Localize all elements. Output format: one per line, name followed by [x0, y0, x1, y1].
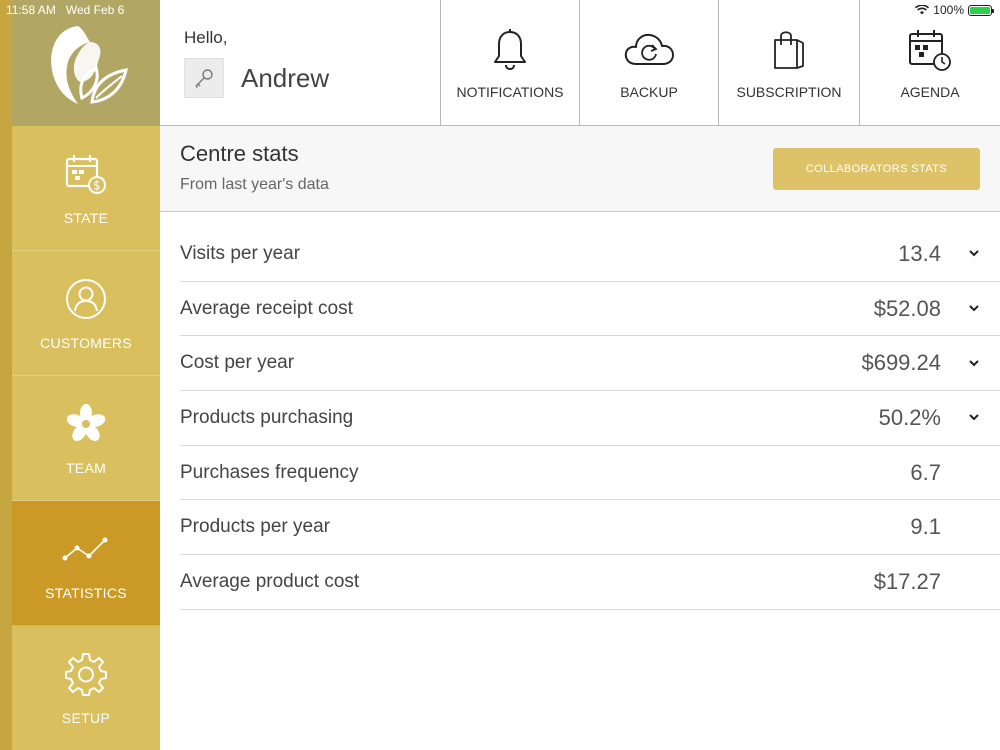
sidebar-item-label: SETUP	[61, 710, 111, 726]
wifi-icon	[915, 5, 930, 15]
battery-icon	[968, 4, 994, 16]
section-subtitle: From last year's data	[180, 176, 329, 193]
user-name: Andrew	[241, 63, 330, 93]
section-header: Centre stats From last year's data COLLA…	[160, 126, 1000, 212]
stat-row-products-purchasing[interactable]: Products purchasing 50.2%	[180, 391, 1000, 446]
chevron-down-icon[interactable]	[968, 412, 980, 424]
stats-list: Visits per year 13.4 Average receipt cos…	[160, 227, 1000, 610]
sidebar-item-state[interactable]: $ STATE	[12, 126, 160, 251]
shopping-bag-icon	[769, 24, 809, 76]
calendar-dollar-icon: $	[64, 150, 108, 198]
stat-label: Average receipt cost	[180, 297, 353, 319]
stat-label: Visits per year	[180, 242, 301, 264]
sidebar: $ STATE CUSTOMERS TEAM STATISTICS SETUP	[0, 0, 160, 750]
status-time: 11:58 AM Wed Feb 6	[6, 3, 125, 17]
bell-icon	[490, 24, 530, 76]
cloud-sync-icon	[622, 24, 676, 76]
stat-value: $52.08	[873, 295, 941, 321]
stat-row-average-receipt-cost[interactable]: Average receipt cost $52.08	[180, 282, 1000, 337]
sidebar-item-statistics[interactable]: STATISTICS	[12, 501, 160, 626]
stat-value: 6.7	[910, 459, 941, 485]
calendar-clock-icon	[907, 24, 953, 76]
status-bar: 11:58 AM Wed Feb 6 100%	[0, 0, 1000, 20]
backup-label: BACKUP	[620, 84, 678, 100]
stat-label: Purchases frequency	[180, 461, 359, 483]
stat-label: Average product cost	[180, 570, 360, 592]
stat-row-visits-per-year[interactable]: Visits per year 13.4	[180, 227, 1000, 282]
stat-row-cost-per-year[interactable]: Cost per year $699.24	[180, 336, 1000, 392]
stat-value: 13.4	[898, 240, 941, 266]
sidebar-edge	[0, 0, 12, 750]
key-icon[interactable]	[184, 58, 224, 98]
stat-row-products-per-year: Products per year 9.1	[180, 500, 1000, 556]
status-right: 100%	[915, 3, 994, 17]
chevron-down-icon[interactable]	[968, 248, 980, 260]
stat-value: $699.24	[861, 350, 941, 376]
stat-value: 9.1	[910, 514, 941, 540]
sidebar-item-label: STATE	[63, 210, 109, 226]
collaborators-stats-button[interactable]: COLLABORATORS STATS	[773, 148, 980, 190]
chevron-down-icon[interactable]	[968, 357, 980, 369]
stat-value: $17.27	[873, 568, 941, 594]
sidebar-item-setup[interactable]: SETUP	[12, 626, 160, 750]
sidebar-item-customers[interactable]: CUSTOMERS	[12, 251, 160, 376]
stat-label: Products per year	[180, 516, 330, 538]
section-title: Centre stats	[180, 141, 299, 166]
line-chart-icon	[61, 525, 111, 573]
sidebar-item-label: STATISTICS	[45, 585, 127, 601]
battery-percent: 100%	[933, 3, 964, 17]
sidebar-item-label: TEAM	[65, 460, 107, 476]
flower-icon	[65, 400, 107, 448]
sidebar-item-label: CUSTOMERS	[40, 335, 132, 351]
subscription-label: SUBSCRIPTION	[736, 84, 842, 100]
stat-row-average-product-cost: Average product cost $17.27	[180, 555, 1000, 610]
stat-label: Cost per year	[180, 352, 295, 374]
sidebar-item-team[interactable]: TEAM	[12, 376, 160, 501]
stat-row-purchases-frequency: Purchases frequency 6.7	[180, 446, 1000, 501]
person-circle-icon	[65, 275, 107, 323]
greeting: Hello,	[184, 28, 228, 47]
svg-text:$: $	[93, 179, 101, 193]
chevron-down-icon[interactable]	[968, 303, 980, 315]
stat-value: 50.2%	[878, 404, 941, 430]
stat-label: Products purchasing	[180, 406, 354, 428]
gear-icon	[63, 650, 109, 698]
agenda-label: AGENDA	[900, 84, 960, 100]
notifications-label: NOTIFICATIONS	[456, 84, 564, 100]
